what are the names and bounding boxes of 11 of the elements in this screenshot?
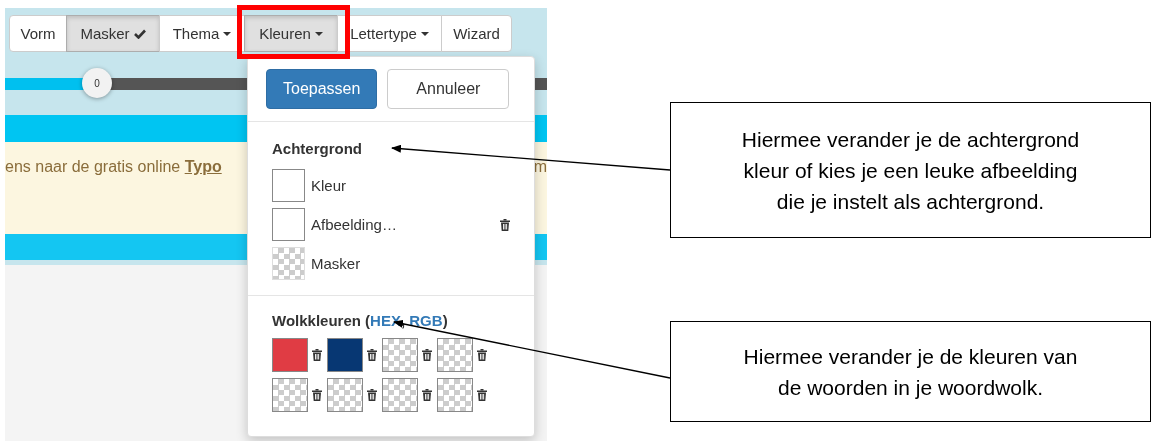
- section-heading: Wolkkleuren: [272, 312, 361, 329]
- notice-text: m: [533, 158, 547, 177]
- section-heading: Achtergrond: [272, 140, 363, 157]
- callout-text: kleur of kies je een leuke afbeelding: [743, 157, 1078, 184]
- callout-text: Hiermee verander je de achtergrond: [741, 126, 1080, 153]
- paren-text: ): [442, 312, 448, 329]
- notice-text: ens naar de gratis online Typo: [5, 158, 222, 177]
- callout-text: de woorden in je woordwolk.: [778, 374, 1043, 401]
- callout-text: die je instelt als achtergrond.: [776, 188, 1045, 215]
- callout-text: Hiermee verander je de kleuren van: [743, 343, 1078, 370]
- paren-text: (: [365, 312, 371, 329]
